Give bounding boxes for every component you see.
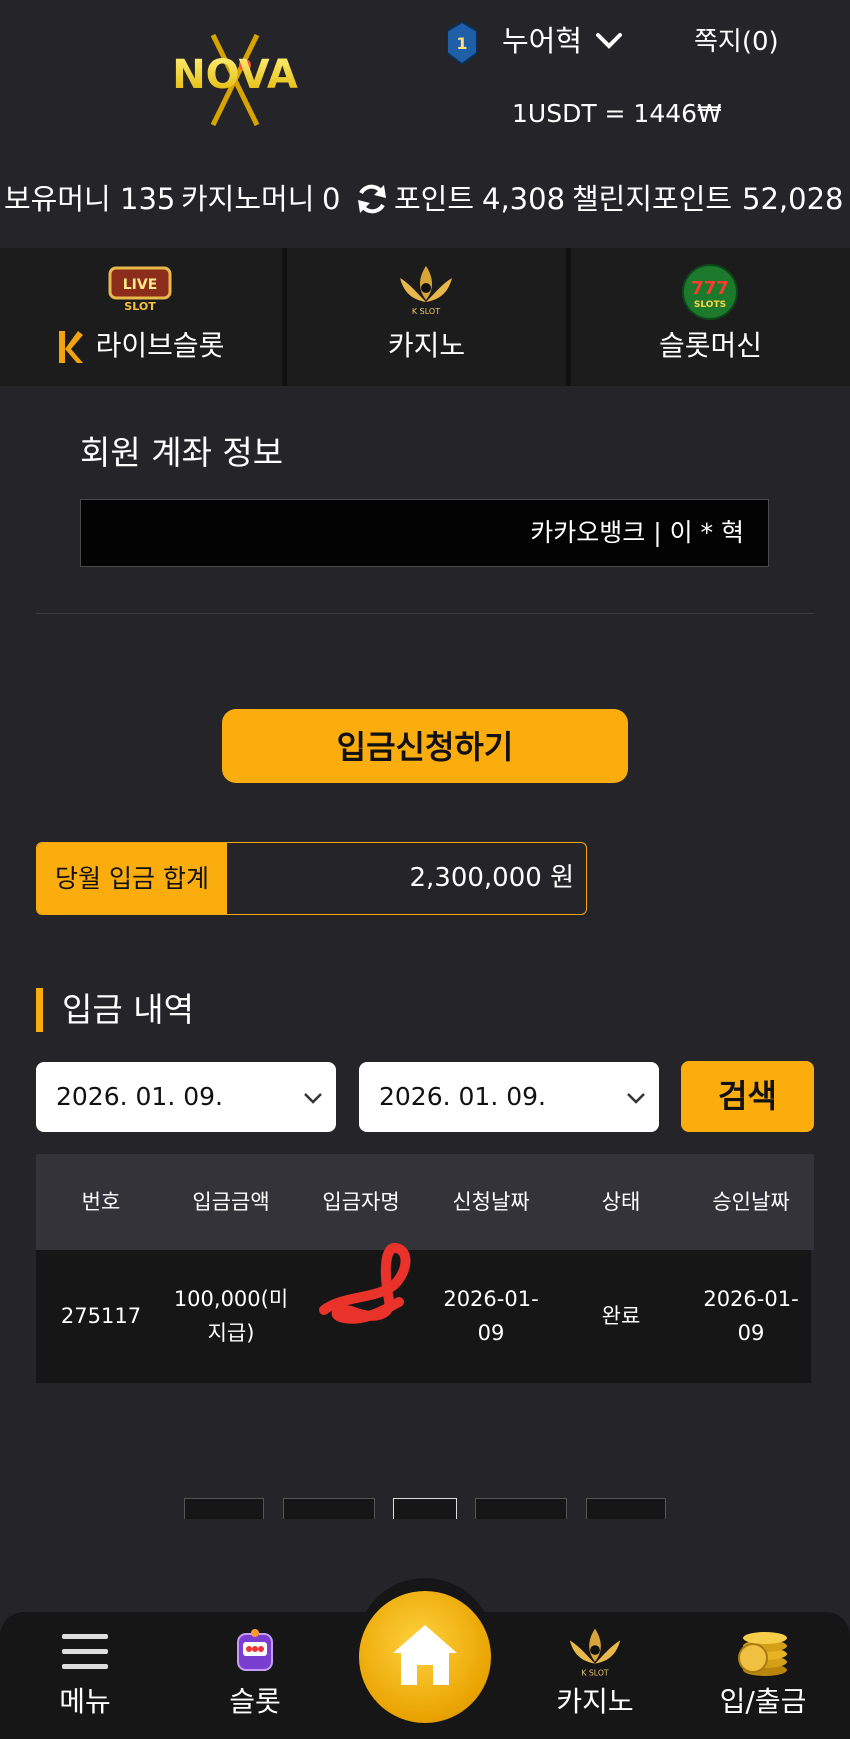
exchange-rate: 1USDT = 1446₩ <box>512 99 722 128</box>
column-header: 상태 <box>601 1190 641 1214</box>
search-button[interactable]: 검색 <box>681 1061 814 1132</box>
account-info-title: 회원 계좌 정보 <box>80 433 284 472</box>
casino-value: 0 <box>322 182 341 216</box>
row-number: 275117 <box>60 1304 142 1328</box>
row-amount-line1: 100,000(미 <box>173 1287 289 1311</box>
deposit-request-button[interactable]: 입금신청하기 <box>222 709 628 783</box>
messages-link[interactable]: 쪽지(0) <box>694 22 779 62</box>
category-live-slot[interactable]: LIVE SLOT 라이브슬롯 <box>0 248 282 386</box>
row-amount-line2: 지급) <box>207 1321 255 1345</box>
balance-bar: 보유머니 135 카지노머니 0 포인트 4,308 챌린지포인트 52,028 <box>0 174 850 224</box>
row-request-date-line1: 2026-01- <box>443 1287 539 1311</box>
pagination-next[interactable] <box>475 1498 567 1519</box>
logo-text: NOVA <box>172 52 298 98</box>
kslot-text: K SLOT <box>581 1668 609 1677</box>
row-approval-date-line2: 09 <box>737 1321 765 1345</box>
pagination-current[interactable] <box>393 1498 457 1519</box>
refresh-icon[interactable] <box>354 181 390 217</box>
category-label: 카지노 <box>387 329 466 362</box>
casino-label: 카지노머니 <box>181 182 315 216</box>
kslot-lotus-icon: K SLOT <box>400 266 452 316</box>
nav-slot-label[interactable]: 슬롯 <box>185 1682 325 1722</box>
table-header: 번호 입금금액 입금자명 신청날짜 상태 승인날짜 <box>36 1154 814 1250</box>
chevron-down-icon[interactable] <box>594 26 624 56</box>
chevron-down-icon <box>627 1093 645 1104</box>
row-request-date-line2: 09 <box>477 1321 505 1345</box>
date-from-picker[interactable]: 2026. 01. 09. <box>36 1062 336 1132</box>
menu-icon[interactable] <box>62 1632 108 1672</box>
point-value: 4,308 <box>482 182 566 216</box>
date-to-value: 2026. 01. 09. <box>379 1082 546 1111</box>
category-label: 슬롯머신 <box>658 329 763 362</box>
username[interactable]: 누어혁 <box>502 20 582 62</box>
challenge-point-value: 52,028 <box>742 182 844 216</box>
category-slot-machine[interactable]: 777 SLOTS 슬롯머신 <box>571 248 850 386</box>
nav-casino-label[interactable]: 카지노 <box>525 1682 665 1722</box>
777-slots-icon: 777 SLOTS <box>682 264 738 320</box>
monthly-deposit-label: 당월 입금 합계 <box>37 843 227 914</box>
account-info-value: 카카오뱅크 | 이 * 혁 <box>530 518 744 547</box>
slot-machine-icon[interactable] <box>232 1628 278 1676</box>
monthly-deposit-total: 당월 입금 합계 2,300,000 원 <box>36 842 587 915</box>
category-label: 라이브슬롯 <box>95 329 225 362</box>
column-header: 입금금액 <box>192 1190 270 1214</box>
slots-777-text: 777 <box>691 278 729 299</box>
nav-menu-label[interactable]: 메뉴 <box>15 1682 155 1722</box>
category-nav: LIVE SLOT 라이브슬롯 K SLOT 카지노 777 SLOTS 슬롯머… <box>0 248 850 386</box>
deposit-history-title: 입금 내역 <box>62 990 194 1029</box>
table-row[interactable]: 275117 100,000(미 지급) 2026-01- 09 완료 2026… <box>36 1243 811 1383</box>
cash-value: 135 <box>120 182 176 216</box>
divider <box>36 613 814 614</box>
category-casino[interactable]: K SLOT 카지노 <box>287 248 566 386</box>
pagination-first[interactable] <box>184 1498 264 1519</box>
nav-cash-label[interactable]: 입/출금 <box>693 1682 833 1722</box>
column-header: 신청날짜 <box>452 1190 530 1214</box>
nova-logo[interactable]: NOVA <box>145 30 325 130</box>
pagination-prev[interactable] <box>283 1498 375 1519</box>
pagination-last[interactable] <box>586 1498 666 1519</box>
point-label: 포인트 <box>394 182 475 216</box>
kslot-text: K SLOT <box>412 307 440 316</box>
column-header: 번호 <box>81 1190 121 1214</box>
redaction-scribble <box>319 1243 411 1324</box>
live-slot-icon: LIVE SLOT <box>108 266 172 312</box>
home-button[interactable] <box>359 1591 491 1723</box>
home-icon <box>393 1625 457 1685</box>
monthly-deposit-value: 2,300,000 원 <box>409 863 574 893</box>
live-badge-text: LIVE <box>123 277 158 293</box>
column-header: 승인날짜 <box>712 1190 790 1214</box>
rank-badge-icon: 1 <box>447 22 477 64</box>
gold-coins-icon[interactable] <box>735 1622 791 1678</box>
kslot-lotus-icon[interactable]: K SLOT <box>564 1626 626 1678</box>
challenge-point-label: 챌린지포인트 <box>572 182 733 216</box>
account-info-box: 카카오뱅크 | 이 * 혁 <box>80 499 769 567</box>
date-to-picker[interactable]: 2026. 01. 09. <box>359 1062 659 1132</box>
column-header: 입금자명 <box>322 1190 400 1214</box>
slot-badge-text: SLOT <box>124 300 156 312</box>
cash-label: 보유머니 <box>4 182 111 216</box>
row-approval-date-line1: 2026-01- <box>703 1287 799 1311</box>
section-accent-bar <box>36 988 43 1032</box>
rank-level: 1 <box>456 34 467 53</box>
date-from-value: 2026. 01. 09. <box>56 1082 223 1111</box>
slots-text: SLOTS <box>694 300 726 310</box>
row-status: 완료 <box>601 1304 641 1328</box>
chevron-down-icon <box>304 1093 322 1104</box>
